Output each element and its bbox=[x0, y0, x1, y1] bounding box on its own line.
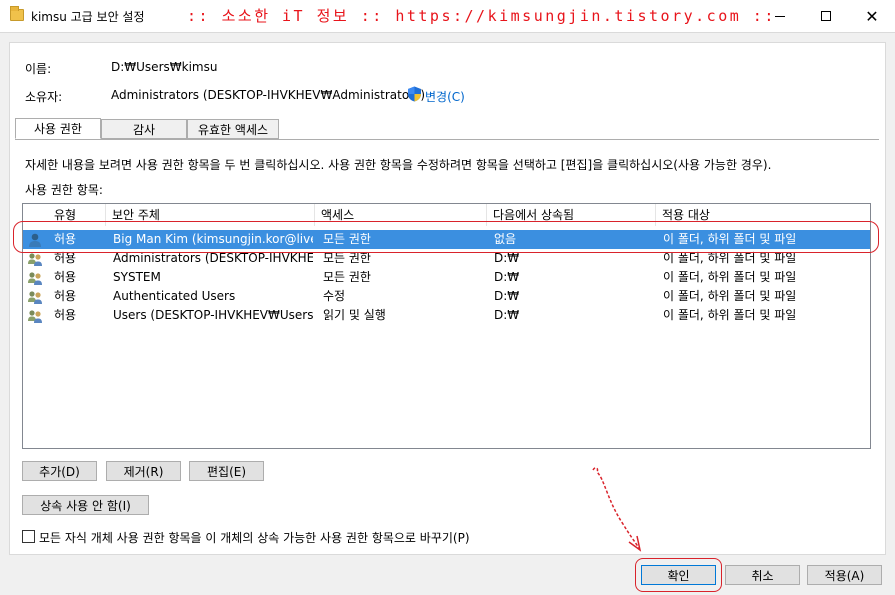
instructions-text: 자세한 내용을 보려면 사용 권한 항목을 두 번 클릭하십시오. 사용 권한 … bbox=[25, 158, 772, 172]
annotation-arrow-icon bbox=[592, 467, 642, 552]
tab-auditing[interactable]: 감사 bbox=[101, 119, 187, 139]
tab-effective-access[interactable]: 유효한 액세스 bbox=[187, 119, 279, 139]
column-header-type[interactable]: 유형 bbox=[48, 204, 106, 226]
close-icon: ✕ bbox=[865, 6, 879, 26]
close-button[interactable]: ✕ bbox=[849, 0, 895, 32]
maximize-button[interactable] bbox=[803, 0, 849, 32]
row-type: 허용 bbox=[54, 232, 77, 246]
single-user-icon bbox=[29, 233, 41, 247]
row-type: 허용 bbox=[54, 289, 77, 303]
window-title: kimsu 고급 보안 설정 bbox=[31, 10, 145, 24]
row-type: 허용 bbox=[54, 270, 77, 284]
column-header-inherited[interactable]: 다음에서 상속됨 bbox=[487, 204, 656, 226]
row-inherited: D:₩ bbox=[494, 251, 520, 265]
add-button[interactable]: 추가(D) bbox=[22, 461, 97, 481]
name-label: 이름: bbox=[25, 62, 52, 76]
column-header-applies[interactable]: 적용 대상 bbox=[656, 204, 870, 226]
replace-child-permissions-checkbox[interactable] bbox=[22, 530, 35, 543]
column-header-access[interactable]: 액세스 bbox=[315, 204, 487, 226]
tab-permissions[interactable]: 사용 권한 bbox=[15, 118, 101, 139]
row-principal: Administrators (DESKTOP-IHVKHE... bbox=[113, 251, 313, 265]
remove-button[interactable]: 제거(R) bbox=[106, 461, 181, 481]
name-value: D:₩Users₩kimsu bbox=[111, 60, 218, 74]
maximize-icon bbox=[821, 11, 831, 21]
folder-icon bbox=[10, 6, 24, 21]
cancel-button[interactable]: 취소 bbox=[725, 565, 800, 585]
group-user-icon bbox=[28, 272, 42, 285]
minimize-icon bbox=[775, 15, 785, 17]
row-inherited: 없음 bbox=[494, 232, 517, 246]
row-applies: 이 폴더, 하위 폴더 및 파일 bbox=[663, 232, 797, 246]
watermark-banner: :: 소소한 iT 정보 :: https://kimsungjin.tisto… bbox=[187, 7, 776, 25]
row-type: 허용 bbox=[54, 308, 77, 322]
row-principal: Users (DESKTOP-IHVKHEV₩Users) bbox=[113, 308, 313, 322]
row-inherited: D:₩ bbox=[494, 308, 520, 322]
permission-entries-label: 사용 권한 항목: bbox=[25, 183, 103, 197]
permission-row[interactable]: 허용 Users (DESKTOP-IHVKHEV₩Users) 읽기 및 실행… bbox=[23, 306, 870, 325]
row-inherited: D:₩ bbox=[494, 289, 520, 303]
change-owner-link[interactable]: 변경(C) bbox=[425, 88, 465, 105]
permission-row[interactable]: 허용 Big Man Kim (kimsungjin.kor@live.... … bbox=[23, 230, 870, 249]
list-header: 유형 보안 주체 액세스 다음에서 상속됨 적용 대상 bbox=[23, 204, 870, 226]
ok-button[interactable]: 확인 bbox=[641, 565, 716, 585]
row-access: 수정 bbox=[323, 289, 346, 303]
edit-button[interactable]: 편집(E) bbox=[189, 461, 264, 481]
group-user-icon bbox=[28, 253, 42, 266]
owner-label: 소유자: bbox=[25, 90, 63, 104]
disable-inheritance-button[interactable]: 상속 사용 안 함(I) bbox=[22, 495, 149, 515]
permission-row[interactable]: 허용 Authenticated Users 수정 D:₩ 이 폴더, 하위 폴… bbox=[23, 287, 870, 306]
row-access: 모든 권한 bbox=[323, 270, 371, 284]
uac-shield-icon bbox=[408, 86, 421, 102]
row-applies: 이 폴더, 하위 폴더 및 파일 bbox=[663, 251, 797, 265]
row-principal: Big Man Kim (kimsungjin.kor@live.... bbox=[113, 232, 313, 246]
row-principal: SYSTEM bbox=[113, 270, 161, 284]
apply-button[interactable]: 적용(A) bbox=[807, 565, 882, 585]
group-user-icon bbox=[28, 310, 42, 323]
row-applies: 이 폴더, 하위 폴더 및 파일 bbox=[663, 289, 797, 303]
row-principal: Authenticated Users bbox=[113, 289, 236, 303]
permission-row[interactable]: 허용 Administrators (DESKTOP-IHVKHE... 모든 … bbox=[23, 249, 870, 268]
row-inherited: D:₩ bbox=[494, 270, 520, 284]
permission-row[interactable]: 허용 SYSTEM 모든 권한 D:₩ 이 폴더, 하위 폴더 및 파일 bbox=[23, 268, 870, 287]
title-bar: kimsu 고급 보안 설정 :: 소소한 iT 정보 :: https://k… bbox=[0, 0, 895, 32]
row-applies: 이 폴더, 하위 폴더 및 파일 bbox=[663, 270, 797, 284]
replace-child-permissions-label[interactable]: 모든 자식 개체 사용 권한 항목을 이 개체의 상속 가능한 사용 권한 항목… bbox=[39, 529, 470, 546]
permission-list[interactable]: 유형 보안 주체 액세스 다음에서 상속됨 적용 대상 허용 Big Man K… bbox=[22, 203, 871, 449]
row-applies: 이 폴더, 하위 폴더 및 파일 bbox=[663, 308, 797, 322]
column-header-principal[interactable]: 보안 주체 bbox=[106, 204, 315, 226]
group-user-icon bbox=[28, 291, 42, 304]
row-access: 모든 권한 bbox=[323, 232, 371, 246]
owner-value: Administrators (DESKTOP-IHVKHEV₩Administ… bbox=[111, 88, 426, 102]
row-access: 읽기 및 실행 bbox=[323, 308, 386, 322]
minimize-button[interactable] bbox=[757, 0, 803, 32]
row-access: 모든 권한 bbox=[323, 251, 371, 265]
tab-divider bbox=[15, 139, 879, 140]
row-type: 허용 bbox=[54, 251, 77, 265]
